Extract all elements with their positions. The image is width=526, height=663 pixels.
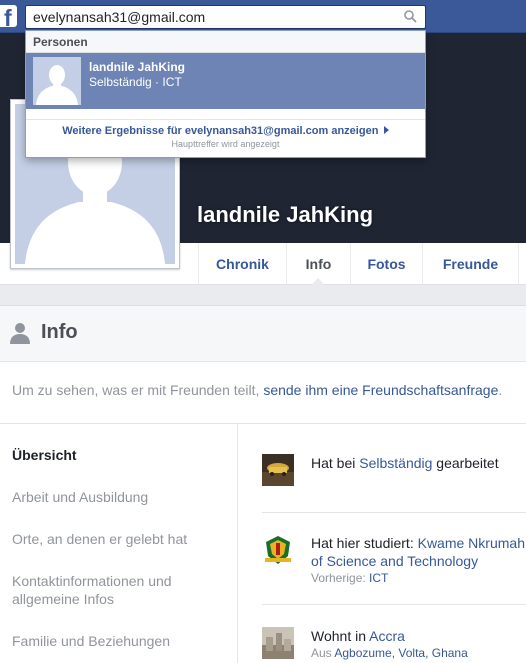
dropdown-section-header: Personen xyxy=(26,31,425,53)
person-icon xyxy=(10,323,30,344)
search-icon xyxy=(404,10,417,23)
info-section: Info Um zu sehen, was er mit Freunden te… xyxy=(0,305,526,663)
home-sub-prefix: Aus xyxy=(311,646,335,660)
notice-end: . xyxy=(498,382,503,398)
default-avatar-icon xyxy=(36,65,78,105)
home-text: Wohnt in Accra Aus Agbozume, Volta, Ghana xyxy=(311,627,526,661)
info-header: Info xyxy=(0,306,526,362)
more-results[interactable]: Weitere Ergebnisse für evelynansah31@gma… xyxy=(26,123,425,149)
top-nav-bar: f xyxy=(0,0,526,33)
nav-item-uebersicht[interactable]: Übersicht xyxy=(12,446,227,464)
notice-text: Um zu sehen, was er mit Freunden teilt, xyxy=(12,382,264,398)
nav-item-orte[interactable]: Orte, an denen er gelebt hat xyxy=(12,530,227,548)
divider xyxy=(262,512,526,513)
search-result-item[interactable]: landnile JahKing Selbständig · ICT xyxy=(26,53,425,109)
tab-fotos[interactable]: Fotos xyxy=(350,243,422,285)
work-text: Hat bei Selbständig gearbeitet xyxy=(311,454,526,472)
search-button[interactable] xyxy=(397,6,425,28)
more-results-link[interactable]: Weitere Ergebnisse für evelynansah31@gma… xyxy=(62,125,378,137)
tab-chronik[interactable]: Chronik xyxy=(198,243,286,285)
facebook-logo-icon[interactable]: f xyxy=(0,5,17,27)
search-box[interactable] xyxy=(25,5,426,29)
search-result-meta: Selbständig · ICT xyxy=(89,75,182,89)
profile-name[interactable]: landnile JahKing xyxy=(197,202,373,228)
chevron-right-icon xyxy=(383,126,389,134)
nav-item-kontakt[interactable]: Kontaktinformationen und allgemeine Info… xyxy=(12,572,227,608)
friend-request-notice: Um zu sehen, was er mit Freunden teilt, … xyxy=(12,382,502,398)
work-prefix: Hat bei xyxy=(311,455,360,471)
study-sub-link[interactable]: ICT xyxy=(369,571,388,585)
tab-freunde[interactable]: Freunde xyxy=(422,243,518,285)
city-thumbnail-icon[interactable] xyxy=(262,627,294,659)
search-result-name: landnile JahKing xyxy=(89,60,186,74)
tab-more[interactable] xyxy=(518,243,526,285)
study-prefix: Hat hier studiert: xyxy=(311,535,418,551)
study-sub-prefix: Vorherige: xyxy=(311,571,370,585)
home-link[interactable]: Accra xyxy=(369,628,405,644)
home-prefix: Wohnt in xyxy=(311,628,370,644)
divider xyxy=(262,604,526,605)
home-sub: Aus Agbozume, Volta, Ghana xyxy=(311,645,526,661)
avatar xyxy=(33,57,81,105)
home-sub-link[interactable]: Agbozume, Volta, Ghana xyxy=(334,646,467,660)
search-suggestions-dropdown: Personen landnile JahKing Selbständig · … xyxy=(25,30,426,158)
work-link[interactable]: Selbständig xyxy=(359,455,432,471)
info-title: Info xyxy=(41,321,78,343)
search-input[interactable] xyxy=(26,6,396,28)
nav-item-familie[interactable]: Familie und Beziehungen xyxy=(12,632,227,650)
divider xyxy=(26,119,425,120)
study-sub: Vorherige: ICT xyxy=(311,570,526,586)
work-suffix: gearbeitet xyxy=(432,455,499,471)
nav-item-arbeit[interactable]: Arbeit und Ausbildung xyxy=(12,488,227,506)
more-results-hint: Haupttreffer wird angezeigt xyxy=(171,139,280,149)
active-tab-indicator xyxy=(311,278,325,285)
info-sidebar: Übersicht Arbeit und Ausbildung Orte, an… xyxy=(0,424,238,663)
university-crest-icon[interactable] xyxy=(262,534,294,566)
work-thumbnail-icon[interactable] xyxy=(262,454,294,486)
study-text: Hat hier studiert: Kwame Nkrumah of Scie… xyxy=(311,534,526,586)
send-friend-request-link[interactable]: sende ihm eine Freundschaftsanfrage xyxy=(263,382,498,398)
